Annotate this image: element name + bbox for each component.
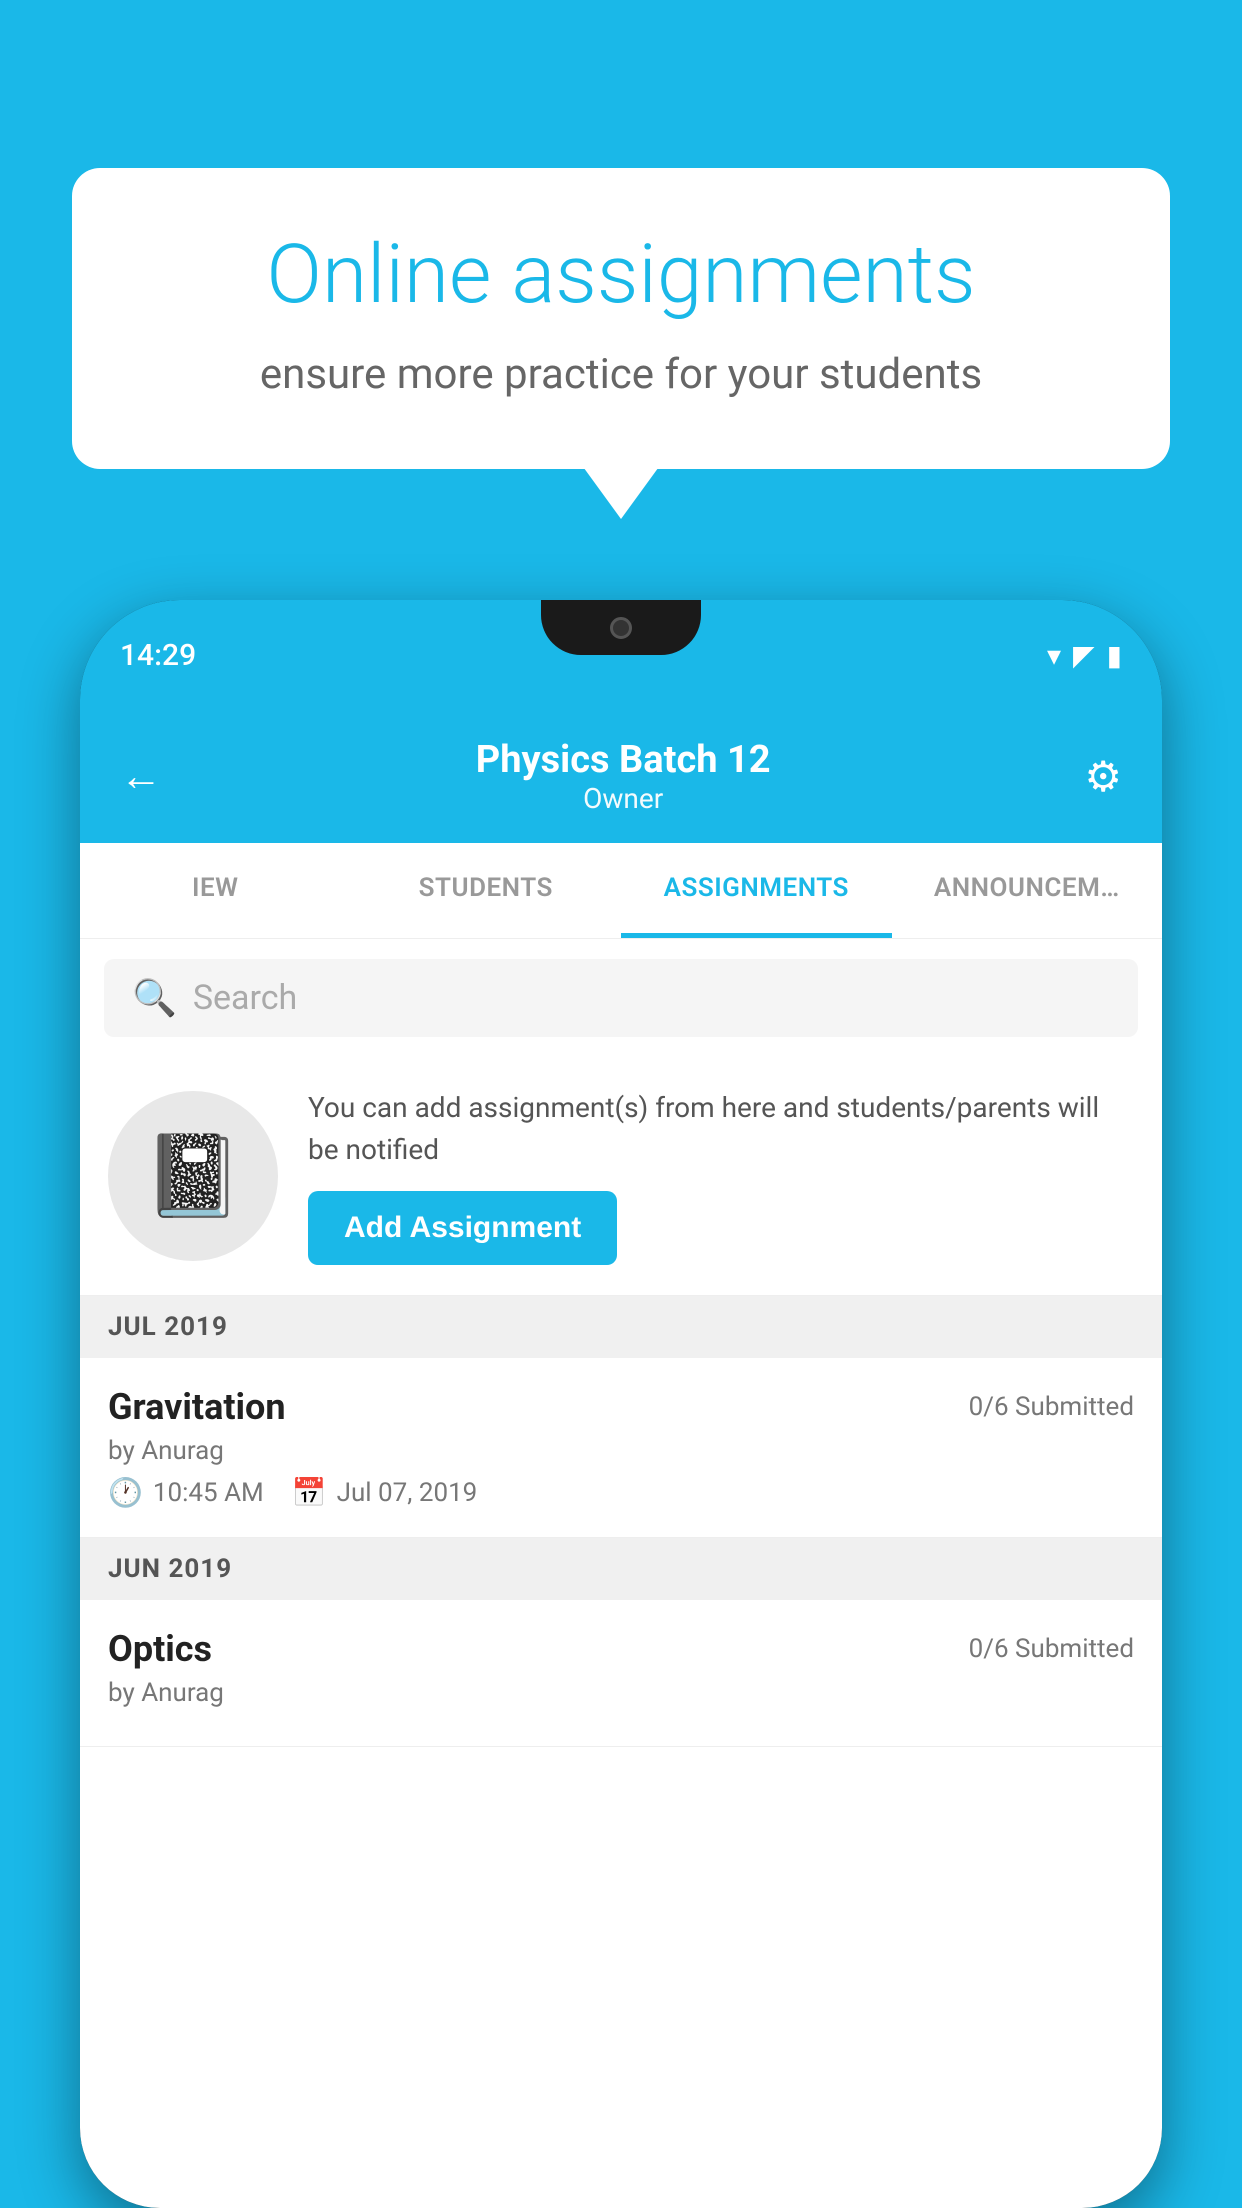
header-title: Physics Batch 12 (476, 738, 771, 782)
speech-bubble: Online assignments ensure more practice … (72, 168, 1170, 469)
status-bar: 14:29 ▾ ◤ ▮ (80, 600, 1162, 710)
search-bar[interactable]: 🔍 Search (104, 959, 1138, 1037)
signal-icon: ◤ (1073, 639, 1095, 672)
assignment-time-gravitation: 🕐 10:45 AM (108, 1476, 264, 1509)
promo-content: You can add assignment(s) from here and … (308, 1087, 1134, 1265)
section-header-jul: JUL 2019 (80, 1296, 1162, 1358)
search-placeholder: Search (193, 978, 297, 1018)
tab-students[interactable]: STUDENTS (351, 843, 622, 938)
assignment-date-text: Jul 07, 2019 (337, 1478, 478, 1508)
notch (541, 600, 701, 655)
phone-content: 🔍 Search 📓 You can add assignment(s) fro… (80, 939, 1162, 2208)
promo-icon-circle: 📓 (108, 1091, 278, 1261)
search-bar-wrap: 🔍 Search (80, 939, 1162, 1057)
assignment-title-gravitation: Gravitation (108, 1386, 286, 1428)
assignment-time-text: 10:45 AM (153, 1478, 264, 1508)
tab-bar: IEW STUDENTS ASSIGNMENTS ANNOUNCEM… (80, 843, 1162, 939)
add-assignment-button[interactable]: Add Assignment (308, 1191, 617, 1265)
settings-icon[interactable]: ⚙ (1084, 752, 1122, 802)
assignment-submitted-optics: 0/6 Submitted (969, 1634, 1134, 1664)
assignment-title-optics: Optics (108, 1628, 212, 1670)
header-title-area: Physics Batch 12 Owner (476, 738, 771, 815)
promo-text: You can add assignment(s) from here and … (308, 1087, 1134, 1171)
assignment-author-optics: by Anurag (108, 1678, 1134, 1708)
bubble-title: Online assignments (142, 228, 1100, 322)
phone-shell: 14:29 ▾ ◤ ▮ ← Physics Batch 12 Owner ⚙ I… (80, 600, 1162, 2208)
app-header: ← Physics Batch 12 Owner ⚙ (80, 710, 1162, 843)
assignment-date-gravitation: 📅 Jul 07, 2019 (292, 1476, 478, 1509)
tab-assignments[interactable]: ASSIGNMENTS (621, 843, 892, 938)
promo-section: 📓 You can add assignment(s) from here an… (80, 1057, 1162, 1296)
search-icon: 🔍 (132, 977, 177, 1019)
back-button[interactable]: ← (120, 752, 162, 801)
assignment-author-gravitation: by Anurag (108, 1436, 1134, 1466)
notebook-icon: 📓 (143, 1129, 243, 1223)
clock-icon: 🕐 (108, 1476, 143, 1509)
status-time: 14:29 (120, 638, 196, 673)
camera-cutout (610, 617, 632, 639)
assignment-meta-gravitation: 🕐 10:45 AM 📅 Jul 07, 2019 (108, 1476, 1134, 1509)
assignment-item-optics[interactable]: Optics 0/6 Submitted by Anurag (80, 1600, 1162, 1747)
tab-announcements[interactable]: ANNOUNCEM… (892, 843, 1163, 938)
bubble-subtitle: ensure more practice for your students (142, 350, 1100, 399)
assignment-item-gravitation[interactable]: Gravitation 0/6 Submitted by Anurag 🕐 10… (80, 1358, 1162, 1538)
assignment-top-row-optics: Optics 0/6 Submitted (108, 1628, 1134, 1670)
status-icons: ▾ ◤ ▮ (1047, 639, 1122, 672)
wifi-icon: ▾ (1047, 639, 1061, 672)
calendar-icon: 📅 (292, 1476, 327, 1509)
assignment-submitted-gravitation: 0/6 Submitted (969, 1392, 1134, 1422)
section-header-jun: JUN 2019 (80, 1538, 1162, 1600)
battery-icon: ▮ (1107, 639, 1122, 672)
header-subtitle: Owner (476, 782, 771, 815)
tab-overview[interactable]: IEW (80, 843, 351, 938)
assignment-top-row: Gravitation 0/6 Submitted (108, 1386, 1134, 1428)
